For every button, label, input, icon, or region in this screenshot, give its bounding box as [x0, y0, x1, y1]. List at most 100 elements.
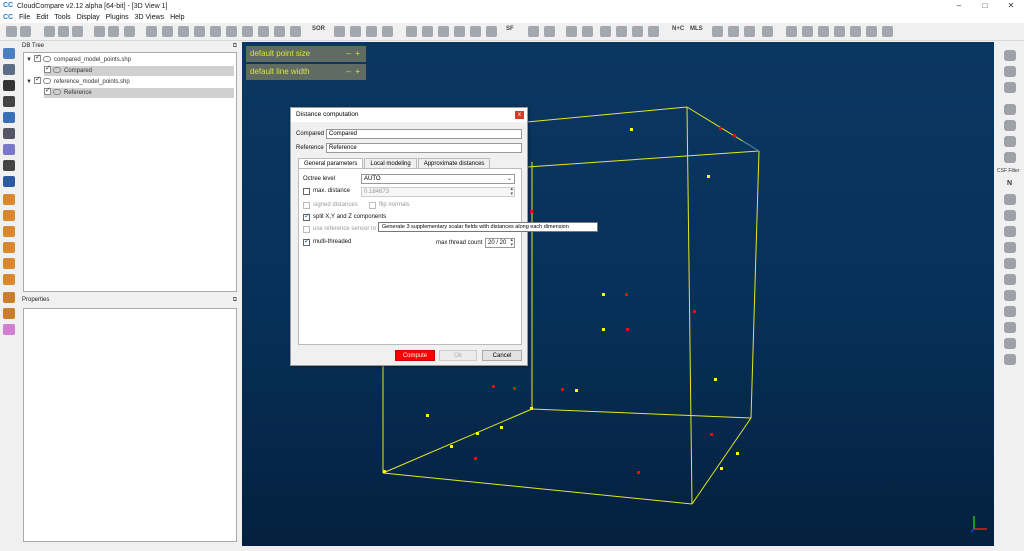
- reference-field[interactable]: Reference: [326, 143, 522, 153]
- menu-display[interactable]: Display: [77, 14, 100, 21]
- point-pair-icon[interactable]: [3, 80, 15, 91]
- expand-arrow-icon[interactable]: ▼: [26, 55, 34, 65]
- plugin10-icon[interactable]: [1004, 258, 1016, 269]
- signed-distances-checkbox[interactable]: [303, 202, 310, 209]
- menu-help[interactable]: Help: [170, 14, 184, 21]
- sf-hist-icon[interactable]: [544, 26, 555, 37]
- plugin7-icon[interactable]: [1004, 210, 1016, 221]
- sf-arith-icon[interactable]: [454, 26, 465, 37]
- zoom-icon[interactable]: [3, 176, 15, 187]
- tree-node-compared[interactable]: Compared: [44, 64, 234, 76]
- menu-3d-views[interactable]: 3D Views: [135, 14, 164, 21]
- view-front-icon[interactable]: [762, 26, 773, 37]
- csf-filter-label[interactable]: CSF Filter: [997, 168, 1020, 174]
- sphere-view-icon[interactable]: [3, 144, 15, 155]
- move-view-icon[interactable]: [3, 160, 15, 171]
- noise-icon[interactable]: [334, 26, 345, 37]
- sf-convert-icon[interactable]: [438, 26, 449, 37]
- plugin15-icon[interactable]: [1004, 338, 1016, 349]
- cube-front-icon[interactable]: [3, 194, 15, 205]
- view-bottom-icon[interactable]: [850, 26, 861, 37]
- picking-icon[interactable]: [210, 26, 221, 37]
- filter-icon[interactable]: [366, 26, 377, 37]
- segment-icon[interactable]: [194, 26, 205, 37]
- flip-normals-checkbox[interactable]: [369, 202, 376, 209]
- curvature-icon[interactable]: [290, 26, 301, 37]
- ruler-icon[interactable]: [3, 112, 15, 123]
- subsample-icon[interactable]: [382, 26, 393, 37]
- use-sensor-checkbox[interactable]: [303, 226, 310, 233]
- cube-back-icon[interactable]: [3, 274, 15, 285]
- tree-node-reference[interactable]: Reference: [44, 86, 234, 98]
- visibility-checkbox[interactable]: [34, 75, 41, 85]
- plugin1-icon[interactable]: [1004, 50, 1016, 61]
- plugin4-icon[interactable]: [1004, 104, 1016, 115]
- sample-icon[interactable]: [72, 26, 83, 37]
- remove-sf-icon[interactable]: [486, 26, 497, 37]
- minimize-button[interactable]: –: [946, 0, 972, 12]
- move-icon[interactable]: [350, 26, 361, 37]
- plugin3-icon[interactable]: [1004, 82, 1016, 93]
- cube-iso1-icon[interactable]: [3, 292, 15, 303]
- visibility-checkbox[interactable]: [44, 64, 51, 74]
- rotate-icon[interactable]: [226, 26, 237, 37]
- view-right-icon[interactable]: [834, 26, 845, 37]
- compute-button[interactable]: Compute: [395, 350, 435, 361]
- cancel-button[interactable]: Cancel: [482, 350, 522, 361]
- menu-tools[interactable]: Tools: [54, 14, 70, 21]
- distance-icon[interactable]: [178, 26, 189, 37]
- zoom-in-icon[interactable]: [3, 96, 15, 107]
- viewport-icon[interactable]: [3, 48, 15, 59]
- plugin9-icon[interactable]: [1004, 242, 1016, 253]
- tab-approximate-distances[interactable]: Approximate distances: [417, 158, 491, 168]
- axis-icon[interactable]: [3, 128, 15, 139]
- tab-local-modeling[interactable]: Local modeling: [364, 158, 417, 168]
- compass-icon[interactable]: [1004, 136, 1016, 147]
- sphere-icon[interactable]: [616, 26, 627, 37]
- cube-top-icon[interactable]: [3, 210, 15, 221]
- camera-icon[interactable]: [3, 64, 15, 75]
- view-back-icon[interactable]: [802, 26, 813, 37]
- undock-icon[interactable]: ⧉: [233, 296, 237, 305]
- dialog-close-button[interactable]: x: [515, 111, 524, 119]
- view-iso1-icon[interactable]: [866, 26, 877, 37]
- menu-file[interactable]: File: [19, 14, 30, 21]
- tree-node-compared-file[interactable]: ▼ compared_model_points.shp: [26, 53, 234, 65]
- max-distance-checkbox[interactable]: [303, 188, 310, 195]
- octree-level-select[interactable]: AUTO ⌄: [361, 174, 515, 184]
- plugin12-icon[interactable]: [1004, 290, 1016, 301]
- north-icon[interactable]: N: [1007, 180, 1012, 187]
- measure-icon[interactable]: [744, 26, 755, 37]
- cross-section-icon[interactable]: [242, 26, 253, 37]
- multithreaded-checkbox[interactable]: [303, 237, 310, 246]
- cube-right-icon[interactable]: [3, 242, 15, 253]
- plugin8-icon[interactable]: [1004, 226, 1016, 237]
- cube-iso2-icon[interactable]: [3, 308, 15, 319]
- menu-plugins[interactable]: Plugins: [106, 14, 129, 21]
- plugin6-icon[interactable]: [1004, 194, 1016, 205]
- max-distance-input[interactable]: 0.184673 ▴ ▾: [361, 187, 515, 197]
- split-xyz-checkbox[interactable]: [303, 212, 310, 221]
- clone-icon[interactable]: [44, 26, 55, 37]
- sf-gradient-icon[interactable]: [406, 26, 417, 37]
- plugin11-icon[interactable]: [1004, 274, 1016, 285]
- sf-stats-icon[interactable]: [528, 26, 539, 37]
- close-window-button[interactable]: ✕: [998, 0, 1024, 12]
- sf-filter-icon[interactable]: [422, 26, 433, 37]
- cone-icon[interactable]: [648, 26, 659, 37]
- tree-node-reference-file[interactable]: ▼ reference_model_points.shp: [26, 75, 234, 87]
- plugin5-icon[interactable]: [1004, 120, 1016, 131]
- export-icon[interactable]: [108, 26, 119, 37]
- palette-icon[interactable]: [3, 324, 15, 335]
- compare-icon[interactable]: [162, 26, 173, 37]
- save-icon[interactable]: [20, 26, 31, 37]
- box-icon[interactable]: [600, 26, 611, 37]
- maximize-button[interactable]: □: [972, 0, 998, 12]
- visibility-checkbox[interactable]: [34, 53, 41, 63]
- tab-general-parameters[interactable]: General parameters: [298, 158, 364, 168]
- normals-color-button[interactable]: N+C: [672, 26, 684, 32]
- mls-button[interactable]: MLS: [690, 26, 703, 32]
- cube-bottom-icon[interactable]: [3, 258, 15, 269]
- menu-edit[interactable]: Edit: [36, 14, 48, 21]
- plugin13-icon[interactable]: [1004, 306, 1016, 317]
